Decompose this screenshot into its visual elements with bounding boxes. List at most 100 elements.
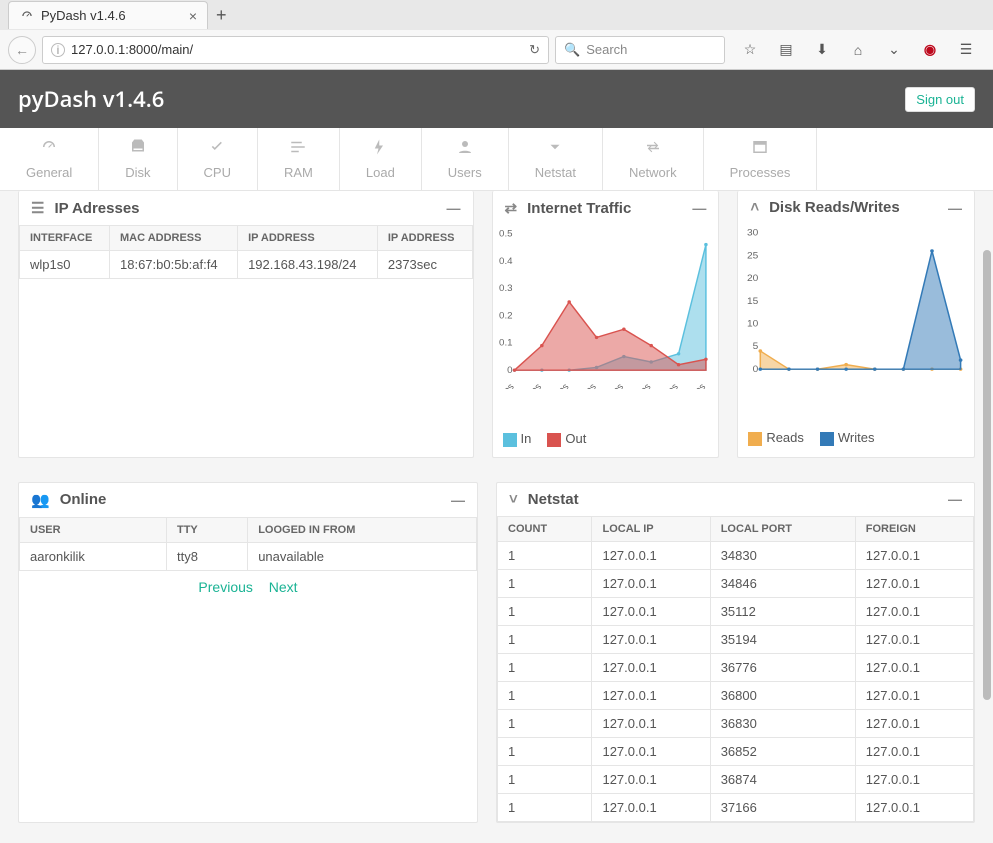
nav-network[interactable]: Network <box>603 128 704 190</box>
cell: 127.0.0.1 <box>855 569 973 597</box>
svg-text:20: 20 <box>747 273 759 284</box>
info-icon[interactable]: i <box>51 43 65 57</box>
cell: 127.0.0.1 <box>592 653 710 681</box>
row-bottom: 👥 Online — USER TTY LOOGED IN FROM aaron… <box>18 482 975 823</box>
collapse-icon[interactable]: — <box>948 491 962 507</box>
svg-text:KBps: KBps <box>519 381 543 389</box>
th: COUNT <box>498 516 592 541</box>
sign-out-button[interactable]: Sign out <box>905 87 975 112</box>
svg-text:30: 30 <box>747 228 759 238</box>
cell: 127.0.0.1 <box>855 625 973 653</box>
menu-icon[interactable]: ☰ <box>957 41 975 59</box>
svg-text:KBps: KBps <box>601 381 625 389</box>
cell: 127.0.0.1 <box>855 597 973 625</box>
disk-chart: 051015202530 <box>738 224 974 424</box>
panel-title: Disk Reads/Writes <box>769 199 900 216</box>
svg-text:KBps: KBps <box>683 381 707 389</box>
back-button[interactable]: ← <box>8 36 36 64</box>
panel-title: Netstat <box>528 491 579 508</box>
cell: 127.0.0.1 <box>855 765 973 793</box>
table-row: 1127.0.0.135194127.0.0.1 <box>498 625 974 653</box>
cell: 36800 <box>710 681 855 709</box>
online-table: USER TTY LOOGED IN FROM aaronkiliktty8un… <box>19 517 477 571</box>
table-row: 1127.0.0.136874127.0.0.1 <box>498 765 974 793</box>
tab-bar: PyDash v1.4.6 × + <box>0 0 993 30</box>
svg-text:KBps: KBps <box>497 381 517 389</box>
nav-label: Load <box>366 165 395 180</box>
scrollbar-thumb[interactable] <box>983 250 991 700</box>
transfer-icon: ⇄ <box>505 199 518 217</box>
collapse-icon[interactable]: — <box>447 200 461 216</box>
collapse-icon[interactable]: — <box>948 200 962 216</box>
cell: 35194 <box>710 625 855 653</box>
traffic-chart: 00.10.20.30.40.5KBpsKBpsKBpsKBpsKBpsKBps… <box>493 225 719 425</box>
nav-processes[interactable]: Processes <box>704 128 818 190</box>
toolbar-icons: ☆ ▤ ⬇ ⌂ ⌄ ◉ ☰ <box>731 41 985 59</box>
svg-text:KBps: KBps <box>574 381 598 389</box>
collapse-icon[interactable]: — <box>692 200 706 216</box>
chevron-up-icon: ˄ <box>750 199 759 216</box>
dashboard-icon <box>26 138 72 161</box>
cell: 35112 <box>710 597 855 625</box>
cell: 127.0.0.1 <box>592 541 710 569</box>
cell: 1 <box>498 765 592 793</box>
panel-header-netstat: ˅ Netstat — <box>497 483 974 516</box>
scrollbar[interactable] <box>983 180 991 800</box>
download-icon[interactable]: ⬇ <box>813 41 831 59</box>
next-link[interactable]: Next <box>269 579 298 595</box>
panel-ip: ☰ IP Adresses — INTERFACE MAC ADDRESS IP… <box>18 191 474 458</box>
url-input[interactable]: i 127.0.0.1:8000/main/ ↻ <box>42 36 549 64</box>
cell: 1 <box>498 793 592 821</box>
cell: 127.0.0.1 <box>592 597 710 625</box>
th: USER <box>20 517 167 542</box>
nav-netstat[interactable]: Netstat <box>509 128 603 190</box>
svg-text:0.5: 0.5 <box>499 229 512 239</box>
nav-label: RAM <box>284 165 313 180</box>
panel-header-ip: ☰ IP Adresses — <box>19 191 473 225</box>
prev-link[interactable]: Previous <box>198 579 252 595</box>
cell: 127.0.0.1 <box>592 737 710 765</box>
cell: 127.0.0.1 <box>592 569 710 597</box>
cell: 127.0.0.1 <box>592 765 710 793</box>
reload-icon[interactable]: ↻ <box>529 42 540 58</box>
nav-general[interactable]: General <box>0 128 99 190</box>
nav-label: General <box>26 165 72 180</box>
new-tab-button[interactable]: + <box>216 5 227 26</box>
table-row: 1127.0.0.136800127.0.0.1 <box>498 681 974 709</box>
cell: 1 <box>498 541 592 569</box>
table-row: 1127.0.0.136830127.0.0.1 <box>498 709 974 737</box>
cell: 127.0.0.1 <box>855 709 973 737</box>
legend-out: Out <box>565 431 586 446</box>
cell: unavailable <box>248 542 477 570</box>
bookmark-icon[interactable]: ☆ <box>741 41 759 59</box>
cell: 34830 <box>710 541 855 569</box>
close-icon[interactable]: × <box>189 8 197 24</box>
cell: 36874 <box>710 765 855 793</box>
nav-cpu[interactable]: CPU <box>178 128 258 190</box>
library-icon[interactable]: ▤ <box>777 41 795 59</box>
cell: 127.0.0.1 <box>855 793 973 821</box>
collapse-icon[interactable]: — <box>451 492 465 508</box>
panel-header-disk: ˄ Disk Reads/Writes — <box>738 191 974 224</box>
pocket-icon[interactable]: ⌄ <box>885 41 903 59</box>
th: MAC ADDRESS <box>110 226 238 251</box>
url-bar: ← i 127.0.0.1:8000/main/ ↻ 🔍 Search ☆ ▤ … <box>0 30 993 70</box>
nav-label: Network <box>629 165 677 180</box>
cell: 1 <box>498 597 592 625</box>
search-input[interactable]: 🔍 Search <box>555 36 725 64</box>
browser-tab[interactable]: PyDash v1.4.6 × <box>8 1 208 29</box>
nav-load[interactable]: Load <box>340 128 422 190</box>
th: LOCAL PORT <box>710 516 855 541</box>
browser-chrome: PyDash v1.4.6 × + ← i 127.0.0.1:8000/mai… <box>0 0 993 70</box>
panel-title: Internet Traffic <box>527 200 631 217</box>
nav-disk[interactable]: Disk <box>99 128 177 190</box>
home-icon[interactable]: ⌂ <box>849 41 867 59</box>
cell: 127.0.0.1 <box>592 793 710 821</box>
svg-text:10: 10 <box>747 319 759 330</box>
pinterest-icon[interactable]: ◉ <box>921 41 939 59</box>
table-row: 1127.0.0.134846127.0.0.1 <box>498 569 974 597</box>
nav-ram[interactable]: RAM <box>258 128 340 190</box>
panel-online: 👥 Online — USER TTY LOOGED IN FROM aaron… <box>18 482 478 823</box>
nav-users[interactable]: Users <box>422 128 509 190</box>
cell: 1 <box>498 681 592 709</box>
